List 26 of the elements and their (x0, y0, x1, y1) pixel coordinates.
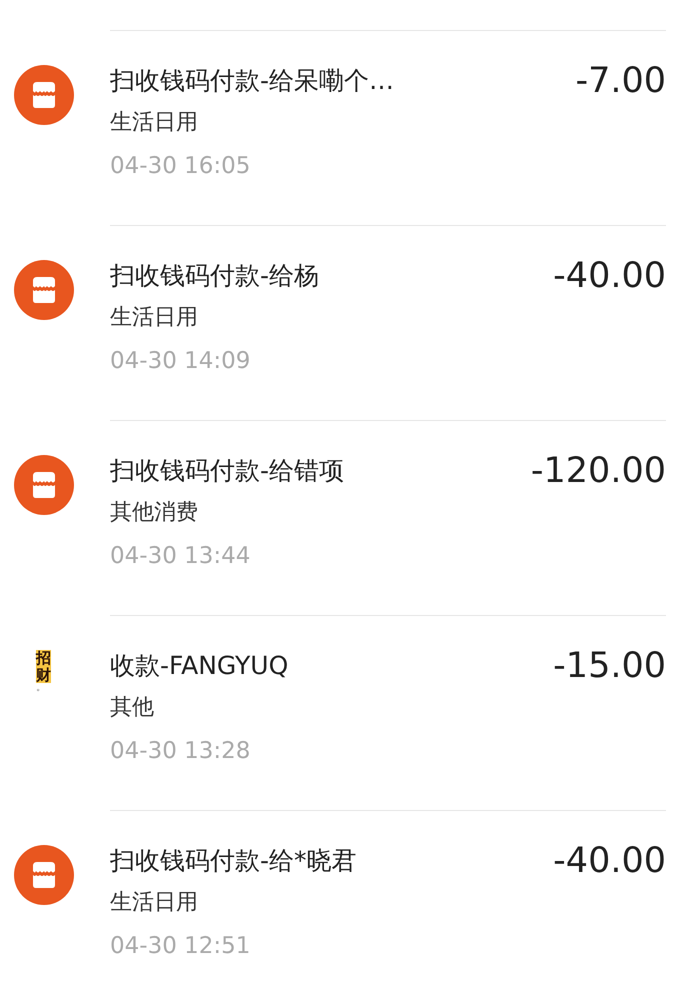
transaction-time: 04-30 13:28 (110, 737, 250, 766)
transaction-amount: -7.00 (575, 61, 666, 101)
store-icon (14, 455, 74, 515)
transaction-title: 收款-FANGYUQ (110, 650, 288, 682)
transaction-category: 生活日用 (110, 304, 198, 332)
transaction-category: 生活日用 (110, 889, 198, 917)
transaction-time: 04-30 16:05 (110, 152, 250, 181)
transaction-time: 04-30 13:44 (110, 542, 250, 571)
transaction-category: 其他消费 (110, 499, 198, 527)
transaction-title: 扫收钱码付款-给*晓君 (110, 845, 357, 877)
store-icon (14, 260, 74, 320)
transaction-title: 扫收钱码付款-给错项 (110, 455, 344, 487)
transaction-category: 其他 (110, 694, 154, 722)
transaction-time: 04-30 12:51 (110, 932, 250, 961)
transaction-title: 扫收钱码付款-给杨 (110, 260, 320, 292)
transaction-category: 生活日用 (110, 109, 198, 137)
transaction-title: 扫收钱码付款-给呆嘞个… (110, 65, 394, 97)
transaction-amount: -15.00 (553, 646, 666, 686)
avatar-mark: 。 (36, 683, 46, 693)
transaction-amount: -40.00 (553, 841, 666, 881)
store-icon (14, 65, 74, 125)
avatar-text: 招财 (36, 650, 51, 683)
transaction-time: 04-30 14:09 (110, 347, 250, 376)
transaction-amount: -120.00 (530, 451, 666, 491)
transaction-amount: -40.00 (553, 256, 666, 296)
store-icon (14, 845, 74, 905)
